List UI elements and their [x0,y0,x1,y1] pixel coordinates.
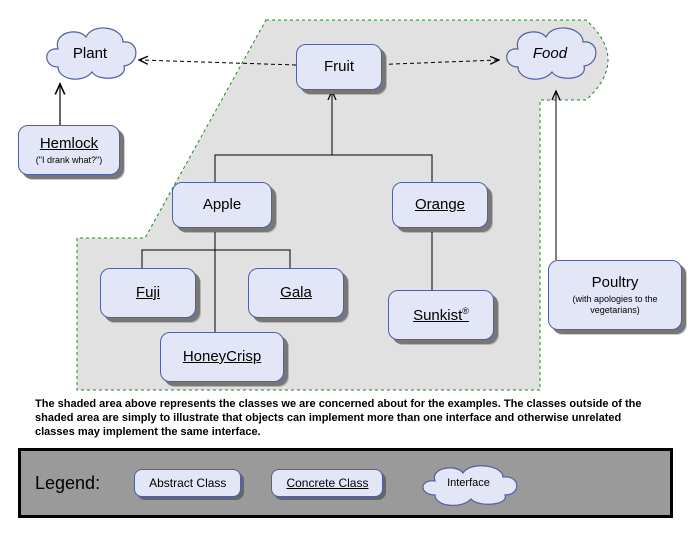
interface-food: Food [498,22,602,84]
legend: Legend: Abstract Class Concrete Class In… [18,448,673,518]
sunkist-wrap: Sunkist® [413,306,469,325]
interface-plant: Plant [38,22,142,84]
hemlock-label: Hemlock [40,135,98,153]
poultry-subtitle: (with apologies to the vegetarians) [555,294,675,316]
class-fuji: Fuji [100,268,196,318]
sunkist-label: Sunkist [413,307,462,324]
fruit-label: Fruit [324,58,354,76]
food-label: Food [533,45,567,62]
class-orange: Orange [392,182,488,228]
legend-title: Legend: [35,473,100,494]
legend-interface: Interface [413,461,523,506]
hemlock-subtitle: ("I drank what?") [36,155,102,166]
legend-interface-label: Interface [447,477,490,489]
class-fruit: Fruit [296,44,382,90]
poultry-label: Poultry [592,274,639,292]
honeycrisp-label: HoneyCrisp [183,348,261,366]
sunkist-suffix: ® [462,306,469,316]
class-hemlock: Hemlock ("I drank what?") [18,125,120,175]
class-apple: Apple [172,182,272,228]
class-honeycrisp: HoneyCrisp [160,332,284,382]
class-sunkist: Sunkist® [388,290,494,340]
class-poultry: Poultry (with apologies to the vegetaria… [548,260,682,330]
plant-label: Plant [73,45,107,62]
legend-concrete: Concrete Class [271,469,383,497]
orange-label: Orange [415,196,465,214]
class-gala: Gala [248,268,344,318]
apple-label: Apple [203,196,241,214]
diagram-caption: The shaded area above represents the cla… [35,398,655,439]
legend-abstract: Abstract Class [134,469,241,497]
fuji-label: Fuji [136,284,160,302]
gala-label: Gala [280,284,312,302]
